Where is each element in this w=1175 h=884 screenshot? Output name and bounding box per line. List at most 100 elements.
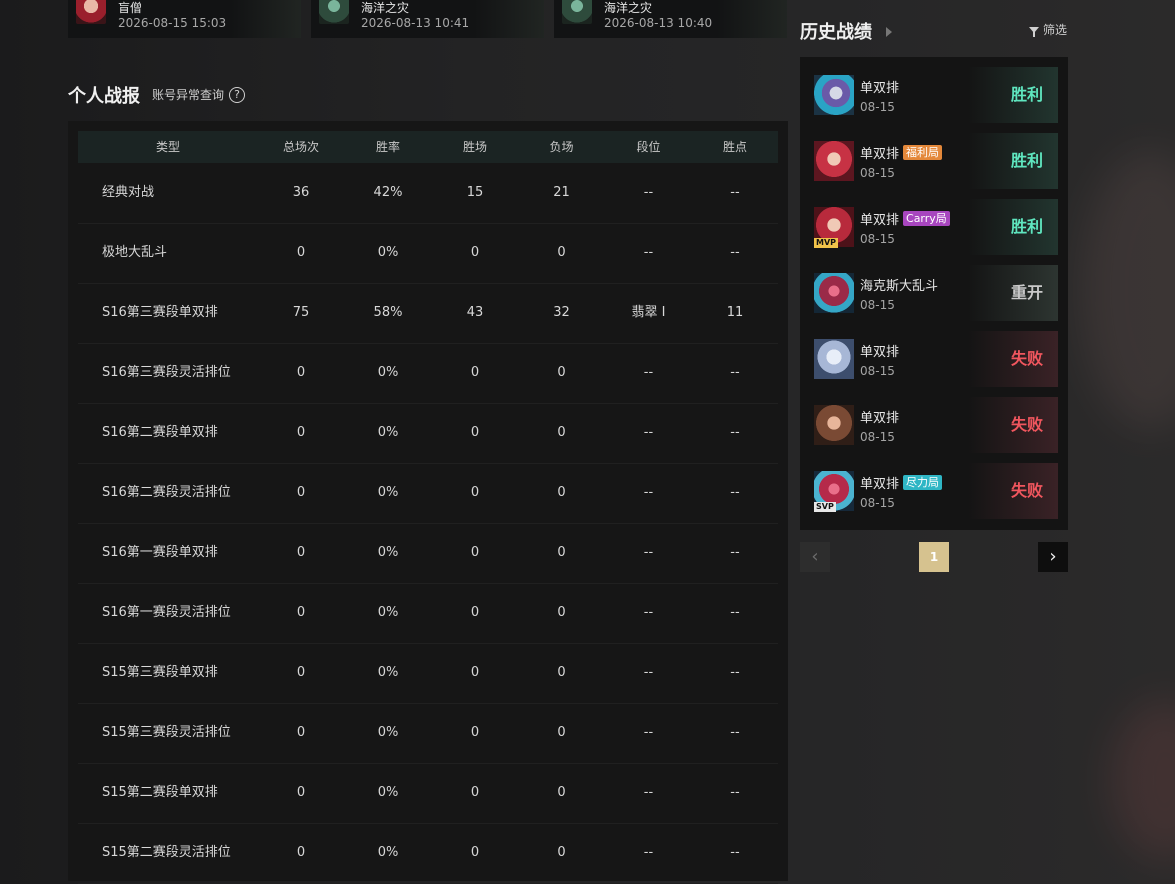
row-wins: 0: [470, 485, 480, 500]
row-type: S15第三赛段灵活排位: [102, 725, 231, 740]
history-item[interactable]: 海克斯大乱斗 08-15 重开: [808, 265, 1058, 323]
match-tag: Carry局: [903, 211, 950, 226]
row-winrate: 0%: [377, 365, 399, 380]
account-anomaly-link[interactable]: 账号异常查询 ?: [152, 86, 246, 103]
match-date: 08-15: [860, 166, 895, 180]
row-total: 0: [296, 545, 306, 560]
row-wins: 0: [470, 365, 480, 380]
card-art: [717, 0, 787, 38]
history-item[interactable]: 单双排 08-15 失败: [808, 397, 1058, 455]
match-mode-label: 单双排: [860, 477, 900, 492]
prev-page-button[interactable]: ‹: [800, 542, 830, 572]
badge-svp: SVP: [814, 502, 836, 512]
row-losses: 0: [557, 425, 566, 440]
header-total: 总场次: [282, 140, 319, 154]
match-date: 08-15: [860, 496, 895, 510]
row-winrate: 0%: [377, 545, 399, 560]
match-result: 失败: [968, 331, 1058, 387]
row-winrate: 58%: [373, 305, 403, 320]
row-lp: --: [730, 785, 740, 800]
match-mode-label: 单双排: [860, 213, 900, 228]
table-row: S15第二赛段灵活排位 0 0% 0 0 -- --: [78, 823, 778, 884]
row-type: S15第二赛段单双排: [102, 785, 218, 800]
match-result: 失败: [968, 463, 1058, 519]
match-mode-label: 单双排: [860, 411, 900, 426]
table-row: S16第三赛段灵活排位 0 0% 0 0 -- --: [78, 343, 778, 404]
recent-match-card[interactable]: 盲僧 2026-08-15 15:03: [68, 0, 301, 38]
row-losses: 0: [557, 485, 566, 500]
row-rank: --: [643, 365, 654, 380]
row-losses: 0: [557, 665, 566, 680]
history-item[interactable]: 单双排 福利局 08-15 胜利: [808, 133, 1058, 191]
table-row: S16第一赛段单双排 0 0% 0 0 -- --: [78, 523, 778, 584]
champion-thumbnail: [319, 0, 349, 24]
row-losses: 0: [557, 845, 566, 860]
row-wins: 0: [470, 605, 480, 620]
card-art: [474, 0, 544, 38]
champion-name: 海洋之灾: [604, 1, 653, 15]
table-row: S16第一赛段灵活排位 0 0% 0 0 -- --: [78, 583, 778, 644]
row-rank: --: [643, 785, 654, 800]
row-wins: 0: [470, 785, 480, 800]
row-rank: --: [643, 425, 654, 440]
history-item[interactable]: MVP 单双排 Carry局 08-15 胜利: [808, 199, 1058, 257]
filter-button[interactable]: 筛选: [1029, 21, 1067, 38]
recent-match-card[interactable]: 海洋之灾 2026-08-13 10:40: [554, 0, 787, 38]
row-type: S16第二赛段灵活排位: [102, 485, 231, 500]
table-row: S15第二赛段单双排 0 0% 0 0 -- --: [78, 763, 778, 824]
table-header: 类型 总场次 胜率 胜场 负场 段位 胜点: [78, 131, 778, 163]
row-wins: 43: [466, 305, 484, 320]
row-lp: --: [730, 245, 740, 260]
row-lp: --: [730, 545, 740, 560]
row-total: 0: [296, 485, 306, 500]
row-winrate: 0%: [377, 425, 399, 440]
row-total: 0: [296, 605, 306, 620]
match-mode-label: 海克斯大乱斗: [860, 279, 939, 294]
account-anomaly-label: 账号异常查询: [152, 88, 225, 102]
page-number-button[interactable]: 1: [919, 542, 949, 572]
history-item[interactable]: 单双排 08-15 失败: [808, 331, 1058, 389]
header-type: 类型: [155, 140, 180, 154]
row-total: 0: [296, 365, 306, 380]
row-total: 0: [296, 785, 306, 800]
champion-avatar: [814, 405, 854, 445]
row-total: 75: [292, 305, 310, 320]
row-rank: --: [643, 665, 654, 680]
row-winrate: 0%: [377, 845, 399, 860]
row-type: S16第二赛段单双排: [102, 425, 218, 440]
table-row: S15第三赛段灵活排位 0 0% 0 0 -- --: [78, 703, 778, 764]
champion-avatar: [814, 273, 854, 313]
match-result: 失败: [968, 397, 1058, 453]
row-winrate: 0%: [377, 725, 399, 740]
row-lp: --: [730, 485, 740, 500]
row-total: 0: [296, 245, 306, 260]
personal-report-title: 个人战报: [68, 86, 140, 107]
row-rank: --: [643, 245, 654, 260]
help-icon[interactable]: ?: [229, 86, 246, 103]
match-mode: 单双排: [860, 77, 899, 96]
row-winrate: 0%: [377, 785, 399, 800]
match-result: 胜利: [968, 133, 1058, 189]
match-date: 08-15: [860, 298, 895, 312]
history-item[interactable]: SVP 单双排 尽力局 08-15 失败: [808, 463, 1058, 521]
next-page-button[interactable]: ›: [1038, 542, 1068, 572]
row-type: 极地大乱斗: [102, 245, 168, 260]
history-title[interactable]: 历史战绩: [800, 18, 892, 44]
match-mode: 单双排 Carry局: [860, 209, 950, 228]
match-time: 2026-08-13 10:41: [361, 16, 470, 30]
row-lp: --: [730, 185, 740, 200]
row-losses: 0: [557, 605, 566, 620]
header-winrate: 胜率: [375, 140, 400, 154]
row-wins: 0: [470, 725, 480, 740]
match-mode: 单双排 福利局: [860, 143, 943, 162]
match-mode: 单双排: [860, 341, 899, 360]
history-item[interactable]: 单双排 08-15 胜利: [808, 67, 1058, 125]
recent-match-card[interactable]: 海洋之灾 2026-08-13 10:41: [311, 0, 544, 38]
match-mode-label: 单双排: [860, 81, 900, 96]
table-row: S16第二赛段灵活排位 0 0% 0 0 -- --: [78, 463, 778, 524]
champion-avatar: [814, 339, 854, 379]
row-lp: --: [730, 365, 740, 380]
match-date: 08-15: [860, 430, 895, 444]
header-losses: 负场: [549, 140, 574, 154]
row-type: S16第三赛段灵活排位: [102, 365, 231, 380]
